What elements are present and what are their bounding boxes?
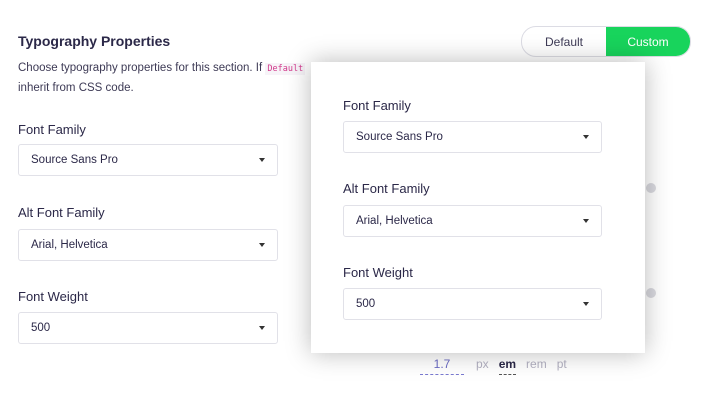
toggle-default-button[interactable]: Default <box>522 27 606 56</box>
popup-alt-font-family-label: Alt Font Family <box>343 181 430 196</box>
popup-font-family-label: Font Family <box>343 98 411 113</box>
unit-rem[interactable]: rem <box>526 357 547 371</box>
description-text-start: Choose typography properties for this se… <box>18 62 263 74</box>
font-family-select[interactable]: Source Sans Pro <box>18 144 278 176</box>
popup-font-weight-label: Font Weight <box>343 265 413 280</box>
chevron-down-icon <box>259 326 265 330</box>
unit-selector: 1.7 px em rem pt <box>420 357 577 375</box>
chevron-down-icon <box>583 219 589 223</box>
description-text-end: inherit from CSS code. <box>18 82 134 94</box>
unit-pt[interactable]: pt <box>557 357 567 371</box>
chevron-down-icon <box>259 158 265 162</box>
popup-alt-font-family-value: Arial, Helvetica <box>356 215 433 227</box>
font-family-label: Font Family <box>18 122 86 137</box>
popup-font-weight-value: 500 <box>356 298 376 310</box>
unit-em[interactable]: em <box>498 357 517 375</box>
chevron-down-icon <box>259 243 265 247</box>
chevron-down-icon <box>583 135 589 139</box>
slider-handle[interactable] <box>646 288 656 298</box>
unit-px[interactable]: px <box>476 357 489 371</box>
alt-font-family-label: Alt Font Family <box>18 205 105 220</box>
panel-description: Choose typography properties for this se… <box>18 59 318 98</box>
toggle-custom-button[interactable]: Custom <box>606 27 690 56</box>
font-family-value: Source Sans Pro <box>31 154 118 166</box>
font-weight-label: Font Weight <box>18 289 88 304</box>
font-weight-value: 500 <box>31 322 51 334</box>
popup-font-family-value: Source Sans Pro <box>356 131 443 143</box>
chevron-down-icon <box>583 302 589 306</box>
slider-handle[interactable] <box>646 183 656 193</box>
zoomed-popup: Font Family Source Sans Pro Alt Font Fam… <box>311 62 645 353</box>
popup-alt-font-family-select[interactable]: Arial, Helvetica <box>343 205 602 237</box>
stage: Typography Properties Default Custom Cho… <box>0 0 720 400</box>
description-code: Default <box>265 63 306 75</box>
font-weight-select[interactable]: 500 <box>18 312 278 344</box>
line-height-input[interactable]: 1.7 <box>420 357 464 375</box>
panel-title: Typography Properties <box>18 33 171 49</box>
default-custom-toggle[interactable]: Default Custom <box>521 26 691 57</box>
popup-font-weight-select[interactable]: 500 <box>343 288 602 320</box>
popup-font-family-select[interactable]: Source Sans Pro <box>343 121 602 153</box>
alt-font-family-value: Arial, Helvetica <box>31 239 108 251</box>
alt-font-family-select[interactable]: Arial, Helvetica <box>18 229 278 261</box>
